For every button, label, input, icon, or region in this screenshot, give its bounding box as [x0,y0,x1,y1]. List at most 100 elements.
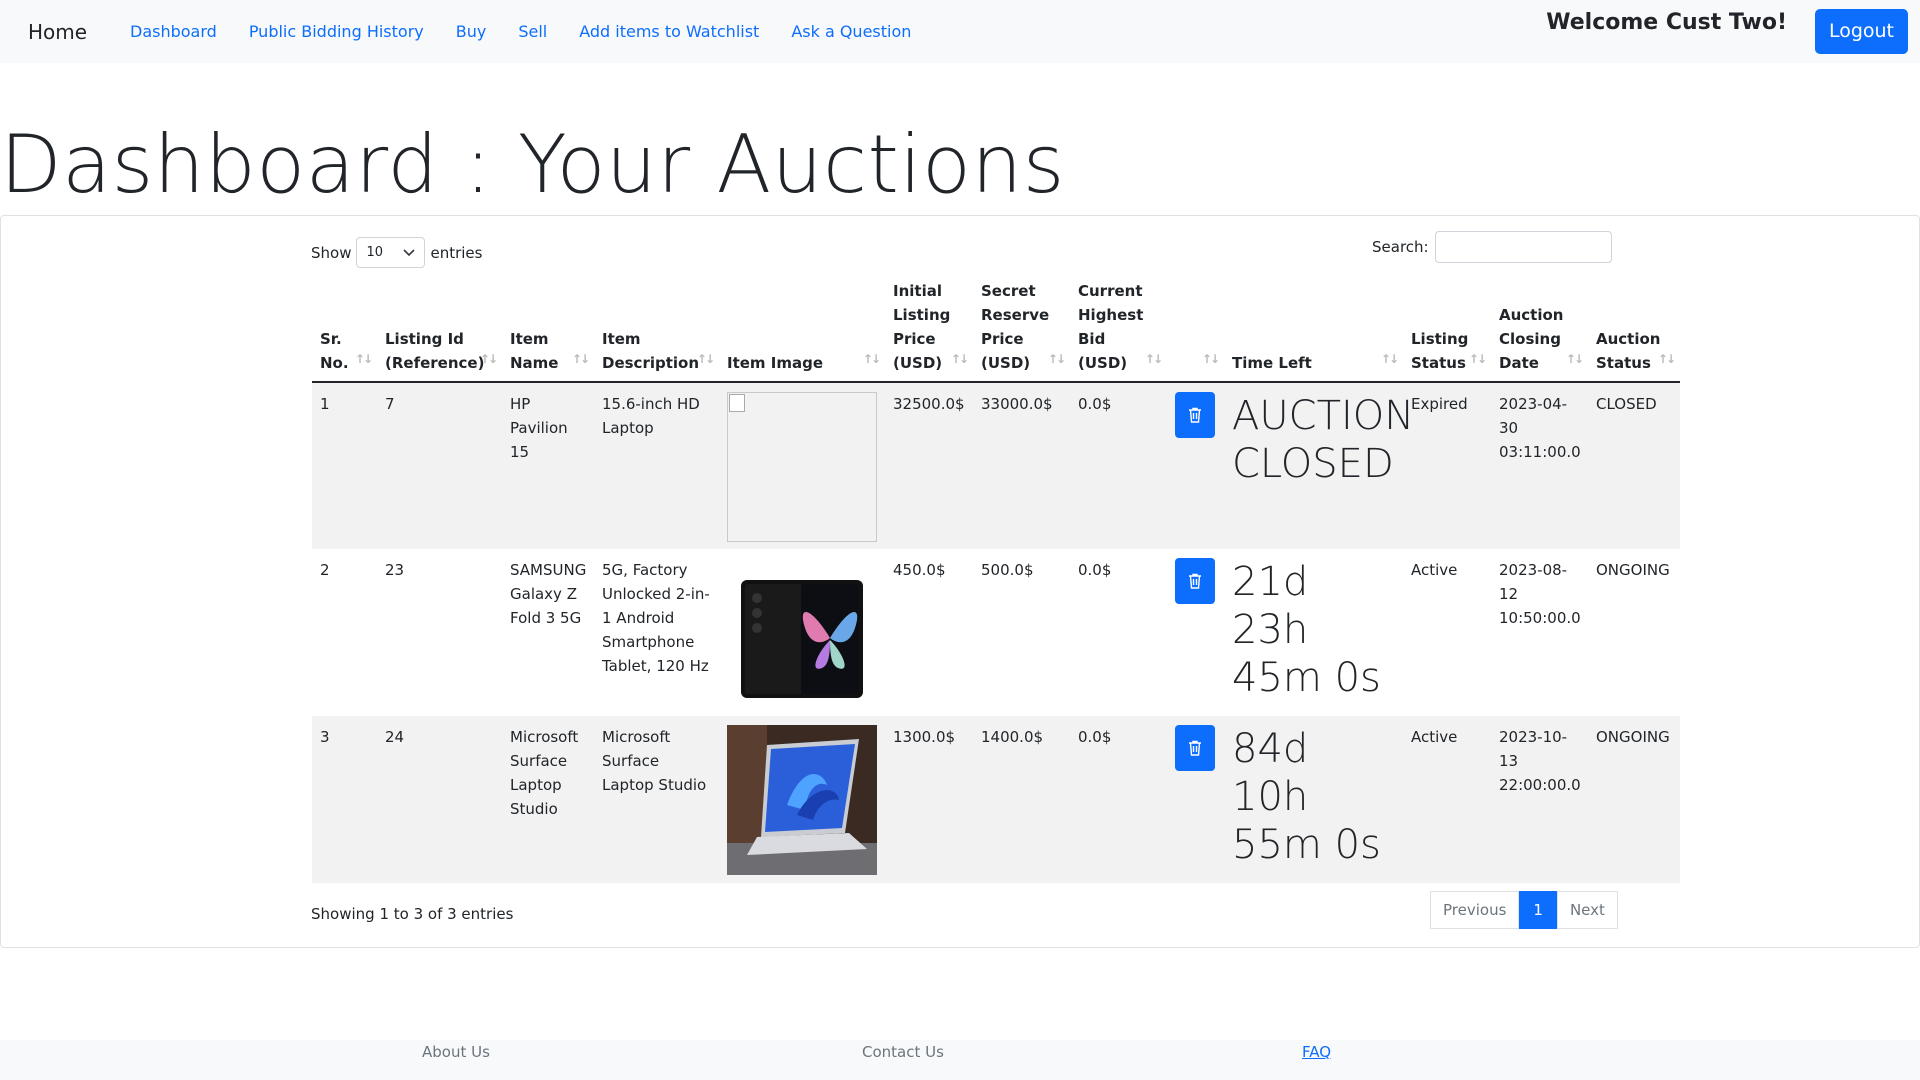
col-header-highest-bid[interactable]: Current Highest Bid (USD) ↑↓ [1070,272,1167,383]
cell-item-description: 5G, Factory Unlocked 2-in-1 Android Smar… [594,549,719,716]
logout-button[interactable]: Logout [1814,9,1908,54]
cell-sr: 2 [312,549,377,716]
trash-icon [1189,740,1201,756]
cell-time-left: 21d 23h 45m 0s [1224,549,1403,716]
navbar: Home Dashboard Public Bidding History Bu… [0,0,1920,63]
cell-reserve-price: 500.0$ [973,549,1070,716]
entries-label: entries [430,243,483,262]
cell-listing-id: 7 [377,382,502,549]
cell-auction-status: ONGOING [1588,549,1680,716]
page-size-control: Show 10 entries [311,237,482,268]
col-header-item-name[interactable]: Item Name ↑↓ [502,272,594,383]
cell-listing-id: 24 [377,716,502,883]
cell-initial-price: 450.0$ [885,549,973,716]
cell-closing-date: 2023-10-13 22:00:00.0 [1491,716,1588,883]
page-size-select[interactable]: 10 [356,237,426,268]
delete-button[interactable] [1175,725,1215,771]
cell-action [1167,382,1224,549]
sort-icon: ↑↓ [1468,352,1487,366]
cell-auction-status: CLOSED [1588,382,1680,549]
chevron-down-icon [403,248,416,256]
show-label: Show [311,243,352,262]
broken-image-icon [727,392,877,542]
nav-public-bidding-history[interactable]: Public Bidding History [249,22,424,41]
cell-time-left: 84d 10h 55m 0s [1224,716,1403,883]
cell-listing-status: Active [1403,716,1491,883]
cell-item-image [719,382,885,549]
search-control: Search: [1372,231,1612,263]
cell-reserve-price: 33000.0$ [973,382,1070,549]
col-header-closing-date[interactable]: Auction Closing Date ↑↓ [1491,272,1588,383]
cell-item-description: 15.6-inch HD Laptop [594,382,719,549]
cell-listing-status: Active [1403,549,1491,716]
trash-icon [1189,407,1201,423]
col-header-listing-status[interactable]: Listing Status ↑↓ [1403,272,1491,383]
sort-icon: ↑↓ [1380,352,1399,366]
sort-icon: ↑↓ [862,352,881,366]
nav-buy[interactable]: Buy [456,22,487,41]
cell-action [1167,716,1224,883]
cell-item-description: Microsoft Surface Laptop Studio [594,716,719,883]
table-row: 2 23 SAMSUNG Galaxy Z Fold 3 5G 5G, Fact… [312,549,1680,716]
cell-time-left: AUCTION CLOSED [1224,382,1414,549]
col-header-item-description[interactable]: Item Description ↑↓ [594,272,719,383]
next-page-button[interactable]: Next [1556,891,1618,929]
foldable-phone-photo [727,558,877,708]
cell-item-name: HP Pavilion 15 [502,382,594,549]
col-header-auction-status[interactable]: Auction Status ↑↓ [1588,272,1680,383]
table-header-row: Sr. No. ↑↓ Listing Id (Reference) ↑↓ Item … [312,272,1680,383]
nav-dashboard[interactable]: Dashboard [130,22,217,41]
trash-icon [1189,573,1201,589]
search-input[interactable] [1434,231,1612,263]
cell-initial-price: 1300.0$ [885,716,973,883]
pagination: Previous 1 Next [1430,891,1618,929]
sort-icon: ↑↓ [1144,352,1163,366]
table-info: Showing 1 to 3 of 3 entries [311,905,514,923]
cell-auction-status: ONGOING [1588,716,1680,883]
cell-sr: 3 [312,716,377,883]
footer-contact-link[interactable]: Contact Us [862,1043,944,1061]
delete-button[interactable] [1175,392,1215,438]
cell-reserve-price: 1400.0$ [973,716,1070,883]
table-row: 3 24 Microsoft Surface Laptop Studio Mic… [312,716,1680,883]
auctions-table: Sr. No. ↑↓ Listing Id (Reference) ↑↓ Item … [312,272,1680,883]
nav-ask-question[interactable]: Ask a Question [791,22,911,41]
welcome-message: Welcome Cust Two! [1546,10,1787,35]
previous-page-button[interactable]: Previous [1430,891,1520,929]
col-header-reserve-price[interactable]: Secret Reserve Price (USD) ↑↓ [973,272,1070,383]
cell-highest-bid: 0.0$ [1070,716,1167,883]
cell-item-image [719,716,885,883]
sort-icon: ↑↓ [1565,352,1584,366]
col-header-sr[interactable]: Sr. No. ↑↓ [312,272,377,383]
page-title: Dashboard : Your Auctions [0,118,1065,211]
home-link[interactable]: Home [28,20,87,44]
sort-icon: ↑↓ [354,352,373,366]
cell-initial-price: 32500.0$ [885,382,973,549]
search-label: Search: [1372,238,1429,256]
sort-icon: ↑↓ [950,352,969,366]
delete-button[interactable] [1175,558,1215,604]
cell-listing-id: 23 [377,549,502,716]
cell-highest-bid: 0.0$ [1070,382,1167,549]
sort-icon: ↑↓ [1657,352,1676,366]
sort-icon: ↑↓ [1201,352,1220,366]
col-header-initial-price[interactable]: Initial Listing Price (USD) ↑↓ [885,272,973,383]
cell-item-name: Microsoft Surface Laptop Studio [502,716,594,883]
footer-faq-link[interactable]: FAQ [1302,1043,1331,1061]
col-header-time-left[interactable]: Time Left ↑↓ [1224,272,1403,383]
col-header-listing-id[interactable]: Listing Id (Reference) ↑↓ [377,272,502,383]
page-size-value: 10 [366,245,384,260]
nav-links: Dashboard Public Bidding History Buy Sel… [130,22,911,41]
nav-add-to-watchlist[interactable]: Add items to Watchlist [579,22,759,41]
table-row: 1 7 HP Pavilion 15 15.6-inch HD Laptop 3… [312,382,1680,549]
footer-about-link[interactable]: About Us [422,1043,490,1061]
nav-sell[interactable]: Sell [518,22,547,41]
cell-closing-date: 2023-08-12 10:50:00.0 [1491,549,1588,716]
col-header-action[interactable]: ↑↓ [1167,272,1224,383]
cell-item-image [719,549,885,716]
cell-listing-status: Expired [1403,382,1491,549]
cell-closing-date: 2023-04-30 03:11:00.0 [1491,382,1588,549]
cell-action [1167,549,1224,716]
col-header-item-image[interactable]: Item Image ↑↓ [719,272,885,383]
page-1-button[interactable]: 1 [1519,891,1557,929]
